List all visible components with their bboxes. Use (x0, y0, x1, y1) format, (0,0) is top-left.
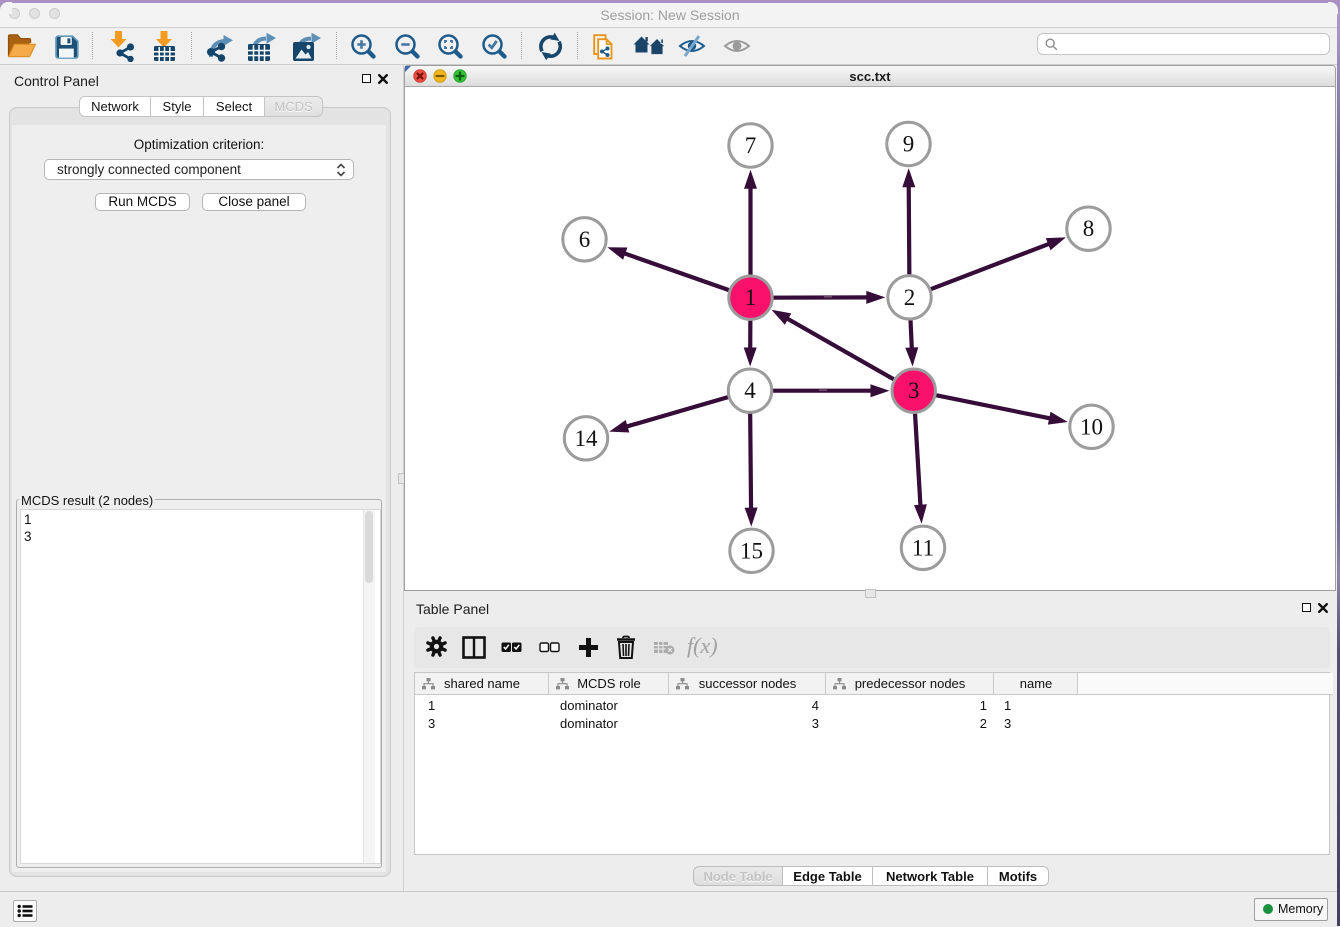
svg-text:11: 11 (912, 535, 934, 560)
svg-text:2: 2 (904, 285, 916, 310)
svg-text:15: 15 (740, 538, 763, 563)
svg-text:10: 10 (1080, 414, 1103, 439)
svg-text:3: 3 (908, 378, 920, 403)
svg-text:7: 7 (745, 133, 757, 158)
svg-text:8: 8 (1083, 216, 1095, 241)
svg-text:14: 14 (575, 426, 599, 451)
svg-text:9: 9 (903, 132, 915, 157)
svg-text:6: 6 (579, 227, 591, 252)
svg-text:4: 4 (744, 378, 756, 403)
svg-text:1: 1 (745, 285, 757, 310)
